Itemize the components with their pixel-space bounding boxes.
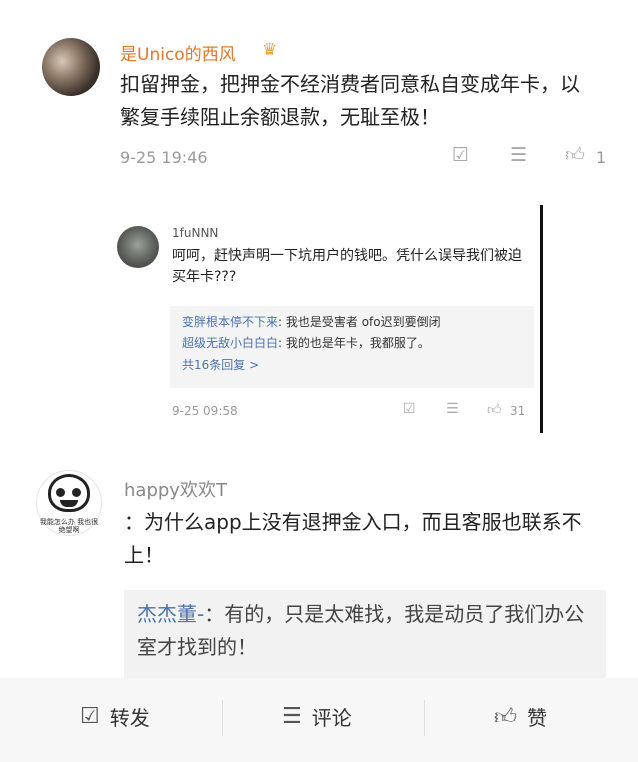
reply-text: : 我也是受害者 ofo迟到要倒闭 <box>278 315 441 329</box>
reply-text: ：有的，只是太难找，我是动员了我们办公室才找到的！ <box>137 602 585 659</box>
sticker-caption: 我能怎么办 我也很绝望啊 <box>39 518 99 534</box>
comment-timestamp: 9-25 19:46 <box>120 148 208 167</box>
divider <box>540 205 543 433</box>
comment-icon[interactable]: ☰ <box>510 144 527 166</box>
comment-username[interactable]: 1fuNNN <box>172 226 218 240</box>
more-replies-link[interactable]: 共16条回复 > <box>182 356 259 373</box>
reply-item: 超级无敌小白白白: 我的也是年卡，我都服了。 <box>182 333 430 354</box>
user-avatar[interactable] <box>42 38 100 96</box>
reply-username[interactable]: 变胖根本停不下来 <box>182 315 278 329</box>
share-icon[interactable]: ☑ <box>452 144 469 166</box>
crown-icon: ♛ <box>262 40 278 60</box>
comment-text: 呵呵，赶快声明一下坑用户的钱吧。凭什么误导我们被迫买年卡??? <box>172 248 522 285</box>
comment-text: ：为什么app上没有退押金入口，而且客服也联系不上！ <box>124 510 582 567</box>
like-count: 1 <box>596 148 607 167</box>
reply-item: 杰杰董-：有的，只是太难找，我是动员了我们办公室才找到的！ <box>137 598 597 664</box>
comment-icon[interactable]: ☰ <box>446 401 459 417</box>
comment-username[interactable]: 是Unico的西风 <box>120 40 236 65</box>
thumbs-up-icon: 👍︎ <box>494 705 517 730</box>
comment-timestamp: 9-25 09:58 <box>172 404 238 418</box>
like-label: 赞 <box>527 706 547 730</box>
share-icon: ☑ <box>80 704 100 729</box>
comment-text: 扣留押金，把押金不经消费者同意私自变成年卡，以繁复手续阻止余额退款，无耻至极！ <box>120 72 580 129</box>
share-icon[interactable]: ☑ <box>403 401 416 417</box>
like-count: 31 <box>510 404 526 418</box>
reply-username[interactable]: 杰杰董- <box>137 602 204 626</box>
thumbs-up-icon[interactable]: 👍︎ <box>487 401 502 418</box>
panda-eye <box>72 488 81 497</box>
reply-username[interactable]: 超级无敌小白白白 <box>182 336 278 350</box>
panda-eye <box>56 488 65 497</box>
like-button[interactable]: 👍︎ 赞 <box>494 702 547 731</box>
comment-label: 评论 <box>311 706 352 730</box>
share-button[interactable]: ☑ 转发 <box>80 702 150 731</box>
comment-username[interactable]: happy欢欢T <box>124 476 227 502</box>
comment-button[interactable]: ☰ 评论 <box>282 702 352 731</box>
user-avatar[interactable] <box>117 226 159 268</box>
share-label: 转发 <box>109 706 150 730</box>
divider <box>222 700 223 736</box>
thumbs-up-icon[interactable]: 👍︎ <box>565 144 585 167</box>
divider <box>424 700 425 736</box>
reply-text: : 我的也是年卡，我都服了。 <box>278 336 430 350</box>
reply-item: 变胖根本停不下来: 我也是受害者 ofo迟到要倒闭 <box>182 312 441 333</box>
comment-icon: ☰ <box>282 704 302 729</box>
